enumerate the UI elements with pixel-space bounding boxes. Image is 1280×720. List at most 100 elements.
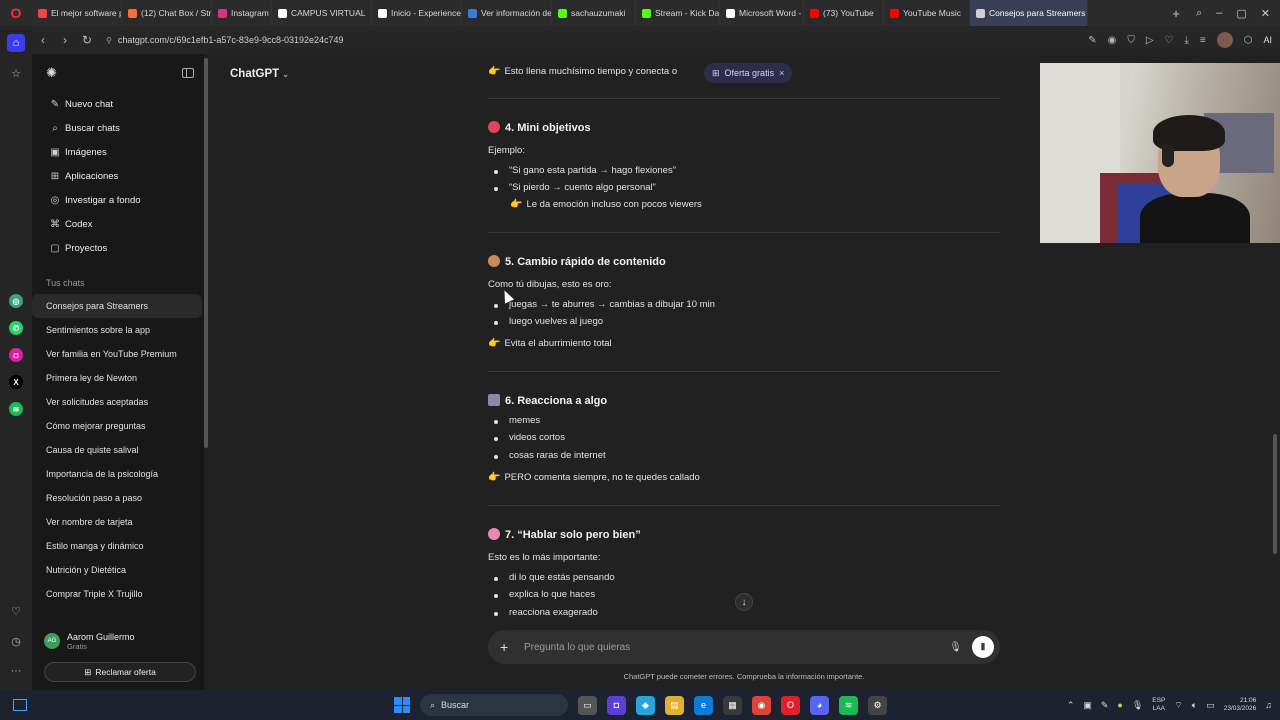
chat-history-item[interactable]: Resolución paso a paso [32,486,202,510]
heart-icon[interactable]: ♡ [1165,35,1174,46]
chat-history-item[interactable]: Sentimientos sobre la app [32,318,202,342]
browser-tab[interactable]: Stream - Kick Dash [636,0,720,26]
widgets-icon[interactable] [13,699,27,711]
opera-taskbar-icon[interactable]: O [781,695,800,715]
spotify-taskbar-icon[interactable]: ≋ [839,695,858,715]
ai-button[interactable]: AI [1263,35,1272,45]
settings-icon[interactable]: ⚙ [868,695,887,715]
wifi-icon[interactable]: ⌔ [1174,700,1182,711]
free-offer-pill[interactable]: ⊞ Oferta gratis × [704,63,793,83]
model-picker[interactable]: ChatGPT ⌄ [230,68,289,80]
microphone-icon[interactable]: 🎙︎ [949,642,962,653]
site-info-icon[interactable]: ⚲ [106,36,112,45]
chat-history-item[interactable]: Ver nombre de tarjeta [32,510,202,534]
edge-icon[interactable]: e [694,695,713,715]
close-sidebar-icon[interactable] [182,68,194,78]
chrome-icon[interactable]: ◉ [752,695,771,715]
forward-button[interactable]: › [54,33,76,47]
search-tabs-icon[interactable]: ⌕ [1196,7,1202,20]
instagram-icon[interactable]: ◘ [9,348,23,362]
whatsapp-icon[interactable]: ✆ [9,321,23,335]
sidebar-item-search[interactable]: ⌕ Buscar chats [32,116,208,140]
profile-avatar[interactable] [1216,32,1233,48]
claim-offer-button[interactable]: ⊞ Reclamar oferta [44,662,196,682]
browser-tab[interactable]: Instagram [212,0,272,26]
extensions-icon[interactable]: ⬡ [1244,35,1253,46]
back-button[interactable]: ‹ [32,33,54,47]
home-icon[interactable]: ⌂ [7,34,25,52]
language-indicator[interactable]: ESP LAA [1152,697,1165,713]
battery-icon[interactable]: ▭ [1206,700,1215,711]
taskbar-search[interactable]: ⌕ Buscar [420,694,568,716]
browser-tab[interactable]: YouTube Music [884,0,970,26]
copilot-icon[interactable]: ◆ [636,695,655,715]
browser-tab[interactable]: CAMPUS VIRTUAL [272,0,372,26]
store-icon[interactable]: ▦ [723,695,742,715]
chat-history-item[interactable]: Comprar Triple X Trujillo [32,582,202,606]
url-field[interactable]: ⚲ chatgpt.com/c/69c1efb1-a57c-83e9-9cc8-… [106,35,1088,45]
chevron-up-icon[interactable]: ⌃ [1067,700,1075,711]
chat-history-item[interactable]: Ver familia en YouTube Premium [32,342,202,366]
tray-status-icon[interactable]: ● [1117,700,1122,710]
sidebar-item-folder[interactable]: ▢ Proyectos [32,236,208,260]
chat-history-item[interactable]: Cómo mejorar preguntas [32,414,202,438]
task-view-icon[interactable]: ▭ [578,695,597,715]
reload-button[interactable]: ↻ [76,33,98,47]
history-icon[interactable]: ◷ [7,632,25,650]
sidebar-item-codex[interactable]: ⌘ Codex [32,212,208,236]
browser-tab[interactable]: sachauzumaki [552,0,636,26]
mic-tray-icon[interactable]: 🎙︎ [1132,700,1143,711]
new-tab-button[interactable]: + [1166,6,1186,21]
more-icon[interactable]: ··· [7,662,25,680]
chat-history-item[interactable]: Primera ley de Newton [32,366,202,390]
play-icon[interactable]: ▷ [1146,35,1154,46]
pen-icon[interactable]: ✎ [1101,700,1109,711]
browser-tab[interactable]: Consejos para Streamers [970,0,1088,26]
close-icon[interactable]: × [779,68,784,78]
maximize-button[interactable]: ▢ [1236,7,1246,20]
voice-mode-button[interactable]: ⦀ [972,636,994,658]
scroll-down-button[interactable]: ↓ [735,593,753,611]
browser-tab[interactable]: El mejor software p [32,0,122,26]
sidebar-item-research[interactable]: ◎ Investigar a fondo [32,188,208,212]
menu-icon[interactable]: ≡ [1200,35,1206,46]
chat-history-item[interactable]: Causa de quiste salival [32,438,202,462]
chat-history-item[interactable]: Nutrición y Dietética [32,558,202,582]
download-icon[interactable]: ⤓ [1184,35,1188,46]
teams-icon[interactable]: ◘ [607,695,626,715]
attach-plus-icon[interactable]: + [500,639,516,655]
user-profile[interactable]: AG Aarom Guillermo Gratis [44,626,196,656]
spotify-icon[interactable]: ≋ [9,402,23,416]
chat-history-item[interactable]: Consejos para Streamers [32,294,202,318]
opera-logo-icon[interactable]: O [0,0,32,26]
chat-history-item[interactable]: Importancia de la psicología [32,462,202,486]
x-icon[interactable]: X [9,375,23,389]
browser-tab[interactable]: (12) Chat Box / Stre [122,0,212,26]
browser-tab[interactable]: Inicio - Experience [372,0,462,26]
browser-tab[interactable]: (73) YouTube [804,0,884,26]
tray-app-icon[interactable]: ▣ [1083,700,1092,711]
start-button[interactable] [394,697,410,713]
sidebar-item-apps[interactable]: ⊞ Aplicaciones [32,164,208,188]
browser-tab[interactable]: Microsoft Word - M [720,0,804,26]
close-button[interactable]: ✕ [1261,7,1270,20]
chat-history-item[interactable]: Estilo manga y dinámico [32,534,202,558]
shield-icon[interactable]: ⛉ [1127,35,1135,46]
chat-history-item[interactable]: Ver solicitudes aceptadas [32,390,202,414]
sidebar-item-image[interactable]: ▣ Imágenes [32,140,208,164]
clock[interactable]: 21:06 23/03/2026 [1224,697,1257,713]
prompt-input[interactable] [524,641,950,653]
volume-icon[interactable]: 🔈︎ [1192,700,1197,711]
minimize-button[interactable]: – [1216,7,1222,19]
sidebar-item-new-chat[interactable]: ✎ Nuevo chat [32,92,208,116]
edit-icon[interactable]: ✎ [1088,35,1096,46]
star-icon[interactable]: ☆ [7,64,25,82]
chatgpt-app-icon[interactable]: ◎ [9,294,23,308]
notification-bell-icon[interactable]: ♫ [1265,700,1272,710]
file-explorer-icon[interactable]: ▤ [665,695,684,715]
browser-tab[interactable]: Ver información de [462,0,552,26]
heart-icon[interactable]: ♡ [7,602,25,620]
camera-icon[interactable]: ◉ [1108,35,1117,46]
openai-logo-icon[interactable]: ✺ [46,65,57,81]
discord-icon[interactable]: ◕ [810,695,829,715]
